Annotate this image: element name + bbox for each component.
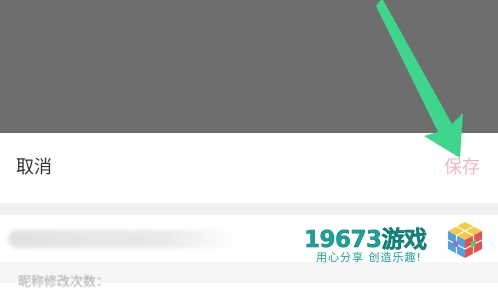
cube-logo-icon bbox=[447, 222, 483, 258]
cancel-button[interactable]: 取消 bbox=[16, 156, 52, 180]
dimmed-background-overlay[interactable] bbox=[0, 0, 498, 133]
site-watermark: 19673游戏 用心分享 创造乐趣! bbox=[300, 214, 498, 272]
watermark-slogan-text: 用心分享 创造乐趣! bbox=[316, 251, 422, 264]
nickname-input-blurred[interactable] bbox=[8, 230, 236, 248]
bottom-sheet-header: 取消 保存 bbox=[0, 133, 498, 203]
nickname-change-count-hint: 昵称修改次数： bbox=[18, 275, 110, 290]
save-button[interactable]: 保存 bbox=[444, 156, 480, 180]
